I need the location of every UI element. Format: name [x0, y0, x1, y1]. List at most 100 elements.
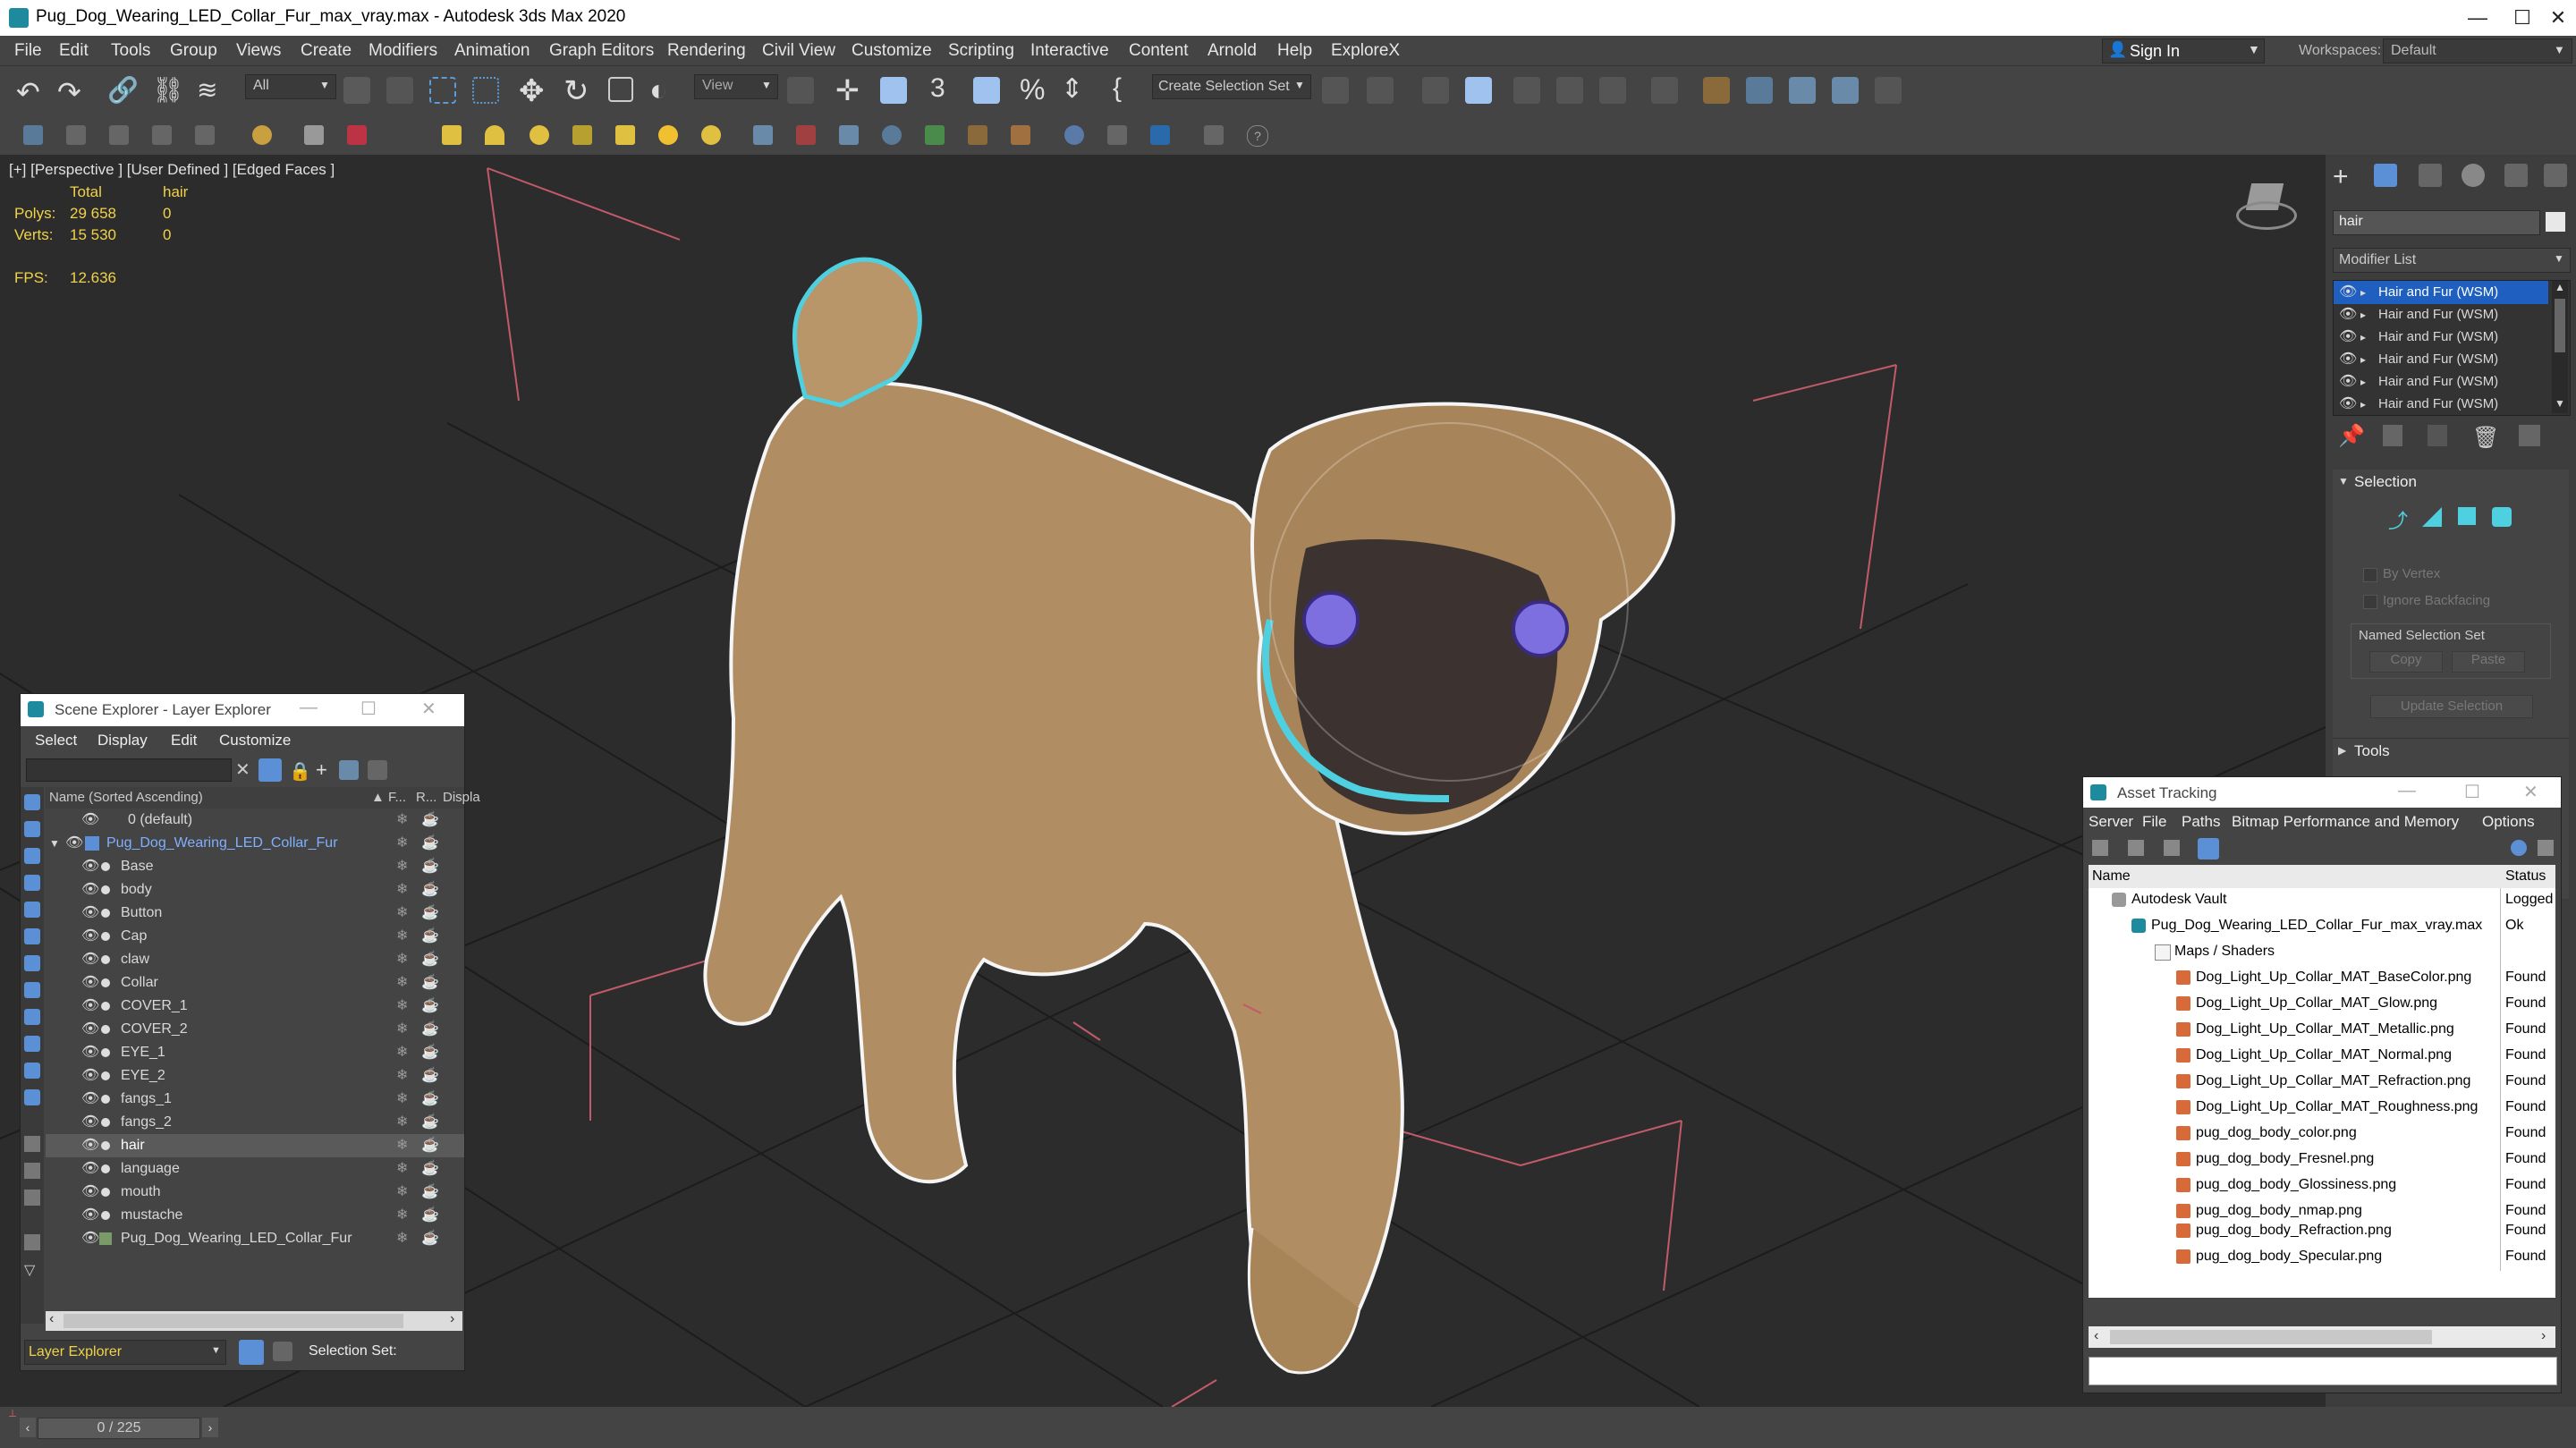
- by-vertex-checkbox[interactable]: [2363, 568, 2377, 582]
- vray-clipper-icon[interactable]: [925, 125, 945, 145]
- render-teapot-icon[interactable]: ☕: [421, 1064, 439, 1088]
- viewport-label[interactable]: [+] [Perspective ] [User Defined ] [Edge…: [9, 161, 335, 179]
- keyboard-shortcut-override-icon[interactable]: [880, 77, 907, 104]
- eye-icon[interactable]: 👁: [2339, 281, 2357, 304]
- eye-icon[interactable]: 👁: [81, 1111, 99, 1134]
- remove-modifier-icon[interactable]: 🗑: [2472, 425, 2499, 451]
- freeze-icon[interactable]: ❄: [396, 1181, 408, 1204]
- minimize-icon[interactable]: —: [300, 698, 318, 718]
- add-layer-icon[interactable]: +: [316, 758, 327, 782]
- expand-icon[interactable]: ▸: [2360, 370, 2366, 394]
- tree-row[interactable]: 👁 Button ❄ ☕: [46, 902, 464, 925]
- hierarchy-tab-icon[interactable]: [2419, 164, 2442, 187]
- sign-in-dropdown[interactable]: 👤 Sign In ▼: [2102, 38, 2265, 64]
- display-spacewarps-icon[interactable]: [24, 928, 40, 944]
- close-icon[interactable]: ✕: [2531, 4, 2576, 32]
- menu-paths[interactable]: Paths: [2182, 813, 2220, 831]
- render-teapot-icon[interactable]: ☕: [421, 1181, 439, 1204]
- prev-frame-button[interactable]: ‹: [20, 1418, 36, 1437]
- mirror-icon[interactable]: [1322, 77, 1349, 104]
- make-unique-icon[interactable]: [2428, 425, 2447, 446]
- vray-cosmos-icon[interactable]: [1150, 125, 1170, 145]
- render-teapot-icon[interactable]: ☕: [421, 995, 439, 1018]
- display-tab-icon[interactable]: [2504, 164, 2528, 187]
- render-iterative-icon[interactable]: [1832, 77, 1859, 104]
- menu-edit[interactable]: Edit: [171, 732, 197, 749]
- settings-icon[interactable]: [2538, 840, 2554, 856]
- menu-scripting[interactable]: Scripting: [948, 41, 1014, 61]
- toggle-scene-explorer-icon[interactable]: [1422, 77, 1449, 104]
- move-icon[interactable]: ✥: [519, 73, 545, 109]
- hierarchy-icon[interactable]: [368, 760, 387, 780]
- expand-icon[interactable]: ▸: [2360, 326, 2366, 349]
- rotate-icon[interactable]: ↻: [564, 73, 589, 109]
- display-none-icon[interactable]: [24, 1163, 40, 1179]
- eye-icon[interactable]: 👁: [81, 1041, 99, 1064]
- asset-row[interactable]: Dog_Light_Up_Collar_MAT_Refraction.png Fo…: [2089, 1070, 2555, 1093]
- select-object-icon[interactable]: [343, 77, 370, 104]
- time-slider[interactable]: 0 / 225: [38, 1418, 200, 1439]
- tree-row[interactable]: 👁 Base ❄ ☕: [46, 855, 464, 878]
- vray-sphere-light-icon[interactable]: [530, 125, 549, 145]
- scroll-left-icon[interactable]: ‹: [49, 1311, 54, 1327]
- rectangular-selection-icon[interactable]: [429, 77, 456, 104]
- angle-snap-icon[interactable]: [973, 77, 1000, 104]
- bind-spacewarp-icon[interactable]: ≋: [197, 75, 217, 105]
- toggle-ribbon-icon[interactable]: [1513, 77, 1540, 104]
- scroll-thumb[interactable]: [2555, 299, 2565, 352]
- tree-row[interactable]: ▼ 👁 Pug_Dog_Wearing_LED_Collar_Fur ❄ ☕: [46, 832, 464, 855]
- menu-select[interactable]: Select: [35, 732, 77, 749]
- freeze-icon[interactable]: ❄: [396, 971, 408, 995]
- find-input[interactable]: [26, 758, 232, 782]
- tree-row[interactable]: 👁 COVER_1 ❄ ☕: [46, 995, 464, 1018]
- modifier-stack-item[interactable]: 👁 ▸ Hair and Fur (WSM): [2334, 281, 2548, 304]
- render-in-cloud-icon[interactable]: [1875, 77, 1902, 104]
- element-selection-icon[interactable]: [2492, 507, 2512, 527]
- polygon-selection-icon[interactable]: [2458, 507, 2476, 525]
- edit-named-selection-icon[interactable]: {: [1113, 73, 1122, 104]
- motion-tab-icon[interactable]: [2462, 164, 2485, 187]
- eye-icon[interactable]: 👁: [81, 948, 99, 971]
- vray-material-preset-icon[interactable]: [1064, 125, 1084, 145]
- align-icon[interactable]: [1367, 77, 1394, 104]
- menu-options[interactable]: Options: [2482, 813, 2535, 831]
- eye-icon[interactable]: 👁: [81, 1088, 99, 1111]
- freeze-icon[interactable]: ❄: [396, 1088, 408, 1111]
- scroll-right-icon[interactable]: ›: [2541, 1328, 2546, 1344]
- curve-editor-icon[interactable]: [1556, 77, 1583, 104]
- tree-view-icon[interactable]: [2198, 838, 2219, 859]
- selection-filter-dropdown[interactable]: All ▼: [245, 74, 336, 99]
- render-teapot-icon[interactable]: ☕: [421, 1041, 439, 1064]
- menu-interactive[interactable]: Interactive: [1030, 41, 1109, 61]
- asset-row[interactable]: pug_dog_body_color.png Found: [2089, 1122, 2555, 1145]
- tree-row-selected[interactable]: 👁 hair ❄ ☕: [46, 1134, 464, 1157]
- tree-row[interactable]: 👁 language ❄ ☕: [46, 1157, 464, 1181]
- freeze-icon[interactable]: ❄: [396, 1111, 408, 1134]
- tree-row[interactable]: 👁 claw ❄ ☕: [46, 948, 464, 971]
- modifier-stack-item[interactable]: 👁 ▸ Hair and Fur (WSM): [2334, 348, 2548, 371]
- freeze-icon[interactable]: ❄: [396, 1064, 408, 1088]
- tree-row[interactable]: 👁 mouth ❄ ☕: [46, 1181, 464, 1204]
- column-status[interactable]: Status: [2505, 868, 2546, 885]
- expand-icon[interactable]: ▸: [2360, 281, 2366, 304]
- eye-icon[interactable]: 👁: [81, 1204, 99, 1227]
- modifier-stack-item[interactable]: 👁 ▸ Hair and Fur (WSM): [2334, 393, 2548, 416]
- display-bones-icon[interactable]: [24, 1009, 40, 1025]
- vray-proxy-icon[interactable]: [753, 125, 773, 145]
- freeze-icon[interactable]: ❄: [396, 1157, 408, 1181]
- menu-animation[interactable]: Animation: [454, 41, 530, 61]
- vray-enmesh-icon[interactable]: [1011, 125, 1030, 145]
- menu-customize[interactable]: Customize: [219, 732, 291, 749]
- tree-row[interactable]: 👁 Pug_Dog_Wearing_LED_Collar_Fur ❄ ☕: [46, 1227, 464, 1250]
- tree-row[interactable]: 👁 EYE_1 ❄ ☕: [46, 1041, 464, 1064]
- vray-mesh-light-icon[interactable]: [572, 125, 592, 145]
- display-cameras-icon[interactable]: [24, 875, 40, 891]
- material-editor-icon[interactable]: [1651, 77, 1678, 104]
- eye-icon[interactable]: 👁: [81, 1134, 99, 1157]
- asset-row[interactable]: Dog_Light_Up_Collar_MAT_Metallic.png Foun…: [2089, 1018, 2555, 1041]
- modifier-stack-item[interactable]: 👁 ▸ Hair and Fur (WSM): [2334, 370, 2548, 394]
- spinner-snap-icon[interactable]: ⇕: [1061, 73, 1083, 105]
- render-teapot-icon[interactable]: ☕: [421, 809, 439, 832]
- tree-row[interactable]: 👁 mustache ❄ ☕: [46, 1204, 464, 1227]
- render-teapot-icon[interactable]: ☕: [421, 1018, 439, 1041]
